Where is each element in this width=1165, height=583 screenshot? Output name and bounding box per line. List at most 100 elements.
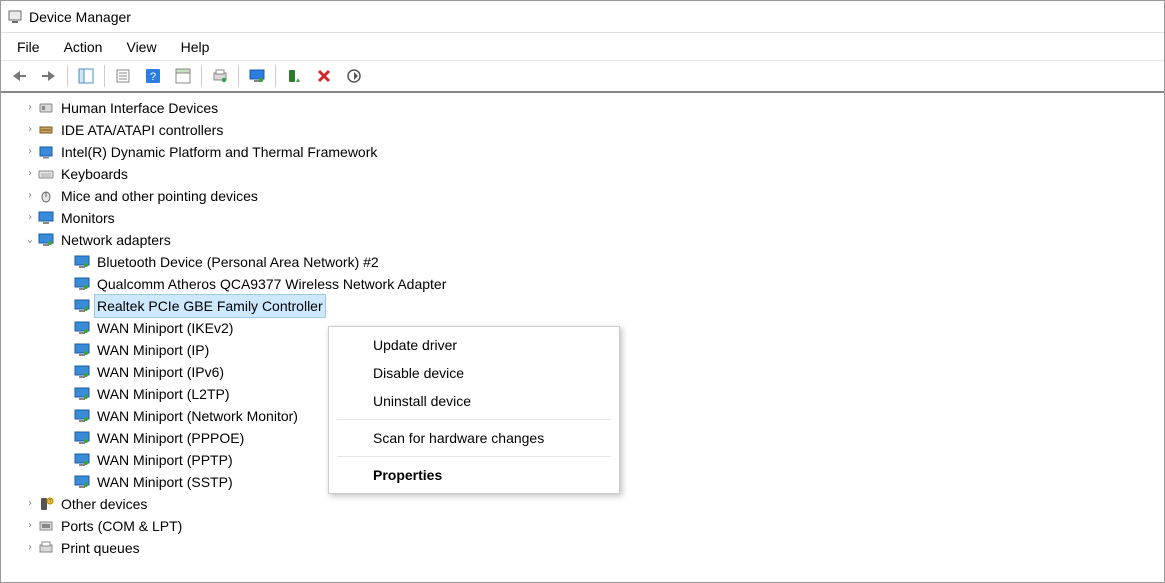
scan-hardware-button[interactable] xyxy=(340,63,368,89)
back-arrow-icon xyxy=(10,69,28,83)
enable-device-button[interactable] xyxy=(280,63,308,89)
enable-device-icon xyxy=(286,68,302,84)
context-scan-hardware[interactable]: Scan for hardware changes xyxy=(329,424,619,452)
tree-node-label: Network adapters xyxy=(59,229,173,251)
menu-action[interactable]: Action xyxy=(52,35,115,59)
tree-child-node[interactable]: Realtek PCIe GBE Family Controller xyxy=(1,295,1164,317)
tree-node-label: WAN Miniport (IPv6) xyxy=(95,361,226,383)
tree-node-label: Other devices xyxy=(59,493,149,515)
expander-icon[interactable]: › xyxy=(23,141,37,163)
action-center-icon xyxy=(175,68,191,84)
menu-view[interactable]: View xyxy=(114,35,168,59)
tree-node-label: WAN Miniport (IP) xyxy=(95,339,211,361)
scan-hardware-icon xyxy=(346,68,362,84)
tree-node[interactable]: › Human Interface Devices xyxy=(1,97,1164,119)
print-icon xyxy=(212,68,228,84)
tree-node-label: Print queues xyxy=(59,537,142,559)
menu-file[interactable]: File xyxy=(5,35,52,59)
svg-text:?: ? xyxy=(150,71,156,83)
tree-node-label: Qualcomm Atheros QCA9377 Wireless Networ… xyxy=(95,273,448,295)
tree-node-label: Keyboards xyxy=(59,163,130,185)
network-adapter-icon xyxy=(73,341,91,359)
disable-device-button[interactable] xyxy=(310,63,338,89)
tree-node-label: WAN Miniport (L2TP) xyxy=(95,383,232,405)
properties-button[interactable] xyxy=(109,63,137,89)
tree-node[interactable]: › Print queues xyxy=(1,537,1164,559)
other-devices-icon: ? xyxy=(37,495,55,513)
network-adapter-icon xyxy=(73,473,91,491)
tree-child-node[interactable]: Bluetooth Device (Personal Area Network)… xyxy=(1,251,1164,273)
tree-node-label: WAN Miniport (PPPOE) xyxy=(95,427,246,449)
app-icon xyxy=(7,9,23,25)
tree-node-label: IDE ATA/ATAPI controllers xyxy=(59,119,225,141)
toolbar-separator xyxy=(104,65,105,87)
print-queue-icon xyxy=(37,539,55,557)
network-adapter-icon xyxy=(73,407,91,425)
tree-node-label: WAN Miniport (SSTP) xyxy=(95,471,235,493)
svg-text:?: ? xyxy=(49,499,52,505)
network-adapter-icon xyxy=(73,385,91,403)
tree-node-label: Intel(R) Dynamic Platform and Thermal Fr… xyxy=(59,141,379,163)
context-separator xyxy=(337,419,611,420)
back-button[interactable] xyxy=(5,63,33,89)
update-driver-button[interactable] xyxy=(206,63,234,89)
network-adapter-icon xyxy=(73,429,91,447)
context-disable-device[interactable]: Disable device xyxy=(329,359,619,387)
toolbar: ? xyxy=(1,61,1164,93)
tree-node-label: WAN Miniport (IKEv2) xyxy=(95,317,235,339)
context-menu: Update driver Disable device Uninstall d… xyxy=(328,326,620,494)
title-bar: Device Manager xyxy=(1,1,1164,33)
monitor-button[interactable] xyxy=(243,63,271,89)
forward-arrow-icon xyxy=(40,69,58,83)
tree-node-label: Bluetooth Device (Personal Area Network)… xyxy=(95,251,381,273)
monitor-icon xyxy=(249,68,265,84)
expander-icon[interactable]: › xyxy=(23,97,37,119)
help-button[interactable]: ? xyxy=(139,63,167,89)
tree-node[interactable]: › ? Other devices xyxy=(1,493,1164,515)
action-button[interactable] xyxy=(169,63,197,89)
expander-icon[interactable]: › xyxy=(23,207,37,229)
network-adapter-icon xyxy=(73,363,91,381)
network-adapter-icon xyxy=(73,275,91,293)
expander-icon[interactable]: › xyxy=(23,119,37,141)
expander-icon[interactable]: ⌄ xyxy=(23,229,37,251)
expander-icon[interactable]: › xyxy=(23,163,37,185)
expander-icon[interactable]: › xyxy=(23,537,37,559)
tree-node-label: WAN Miniport (Network Monitor) xyxy=(95,405,300,427)
tree-node[interactable]: › Intel(R) Dynamic Platform and Thermal … xyxy=(1,141,1164,163)
tree-node-label: WAN Miniport (PPTP) xyxy=(95,449,235,471)
expander-icon[interactable]: › xyxy=(23,185,37,207)
tree-node-label: Ports (COM & LPT) xyxy=(59,515,184,537)
show-hide-console-button[interactable] xyxy=(72,63,100,89)
monitor-category-icon xyxy=(37,209,55,227)
network-adapter-icon xyxy=(73,319,91,337)
window-title: Device Manager xyxy=(29,9,131,25)
tree-node-label: Mice and other pointing devices xyxy=(59,185,260,207)
show-hide-tree-icon xyxy=(78,68,94,84)
tree-node[interactable]: › Ports (COM & LPT) xyxy=(1,515,1164,537)
toolbar-separator xyxy=(275,65,276,87)
ide-icon xyxy=(37,121,55,139)
context-update-driver[interactable]: Update driver xyxy=(329,331,619,359)
tree-node[interactable]: › Keyboards xyxy=(1,163,1164,185)
hid-icon xyxy=(37,99,55,117)
tree-node[interactable]: › Monitors xyxy=(1,207,1164,229)
expander-icon[interactable]: › xyxy=(23,493,37,515)
tree-node[interactable]: › IDE ATA/ATAPI controllers xyxy=(1,119,1164,141)
tree-node-label: Human Interface Devices xyxy=(59,97,220,119)
menu-help[interactable]: Help xyxy=(169,35,222,59)
expander-icon[interactable]: › xyxy=(23,515,37,537)
context-properties[interactable]: Properties xyxy=(329,461,619,489)
forward-button[interactable] xyxy=(35,63,63,89)
toolbar-separator xyxy=(201,65,202,87)
disable-device-icon xyxy=(316,68,332,84)
tree-node-label: Monitors xyxy=(59,207,117,229)
tree-node[interactable]: › Mice and other pointing devices xyxy=(1,185,1164,207)
context-uninstall-device[interactable]: Uninstall device xyxy=(329,387,619,415)
help-icon: ? xyxy=(145,68,161,84)
ports-icon xyxy=(37,517,55,535)
network-adapter-icon xyxy=(73,253,91,271)
tree-node[interactable]: ⌄ Network adapters xyxy=(1,229,1164,251)
tree-child-node[interactable]: Qualcomm Atheros QCA9377 Wireless Networ… xyxy=(1,273,1164,295)
toolbar-separator xyxy=(67,65,68,87)
